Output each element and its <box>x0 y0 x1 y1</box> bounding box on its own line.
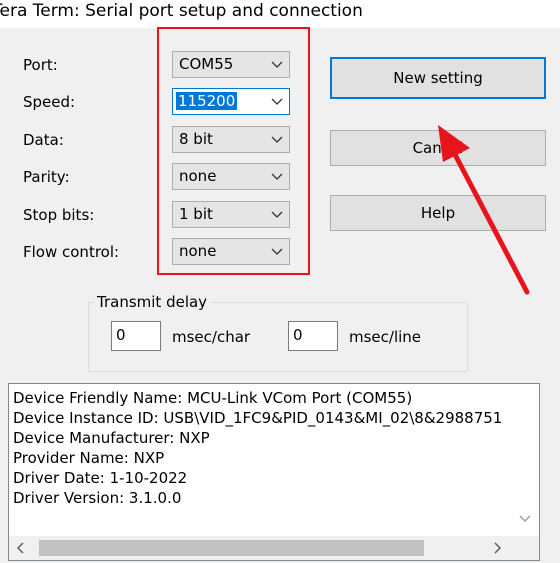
scroll-down-icon[interactable] <box>517 510 533 526</box>
scrollbar-thumb[interactable] <box>39 540 424 556</box>
scroll-left-icon[interactable] <box>15 542 27 554</box>
help-button[interactable]: Help <box>330 195 546 231</box>
msec-per-line-label: msec/line <box>349 328 422 346</box>
msec-per-char-input[interactable]: 0 <box>111 321 161 351</box>
cancel-button[interactable]: Cancel <box>330 130 546 166</box>
msec-per-char-label: msec/char <box>172 328 251 346</box>
speed-label: Speed: <box>23 93 76 111</box>
msec-per-line-input[interactable]: 0 <box>288 321 338 351</box>
new-setting-button[interactable]: New setting <box>330 57 546 99</box>
driver-version: Driver Version: 3.1.0.0 <box>13 489 182 507</box>
port-label: Port: <box>23 56 58 74</box>
window-title: Tera Term: Serial port setup and connect… <box>0 1 363 21</box>
scroll-right-icon[interactable] <box>491 542 503 554</box>
stop-bits-label: Stop bits: <box>23 206 95 224</box>
device-info-box[interactable]: Device Friendly Name: MCU-Link VCom Port… <box>8 383 540 561</box>
device-friendly-name: Device Friendly Name: MCU-Link VCom Port… <box>13 389 413 407</box>
data-label: Data: <box>23 131 64 149</box>
transmit-delay-title: Transmit delay <box>94 293 211 311</box>
provider-name: Provider Name: NXP <box>13 449 165 467</box>
device-manufacturer: Device Manufacturer: NXP <box>13 429 210 447</box>
flow-control-label: Flow control: <box>23 243 120 261</box>
parity-label: Parity: <box>23 168 70 186</box>
highlight-box <box>157 27 310 275</box>
horizontal-scrollbar[interactable] <box>9 536 539 560</box>
device-instance-id: Device Instance ID: USB\VID_1FC9&PID_014… <box>13 409 503 427</box>
driver-date: Driver Date: 1-10-2022 <box>13 469 188 487</box>
title-bar: Tera Term: Serial port setup and connect… <box>0 0 560 28</box>
